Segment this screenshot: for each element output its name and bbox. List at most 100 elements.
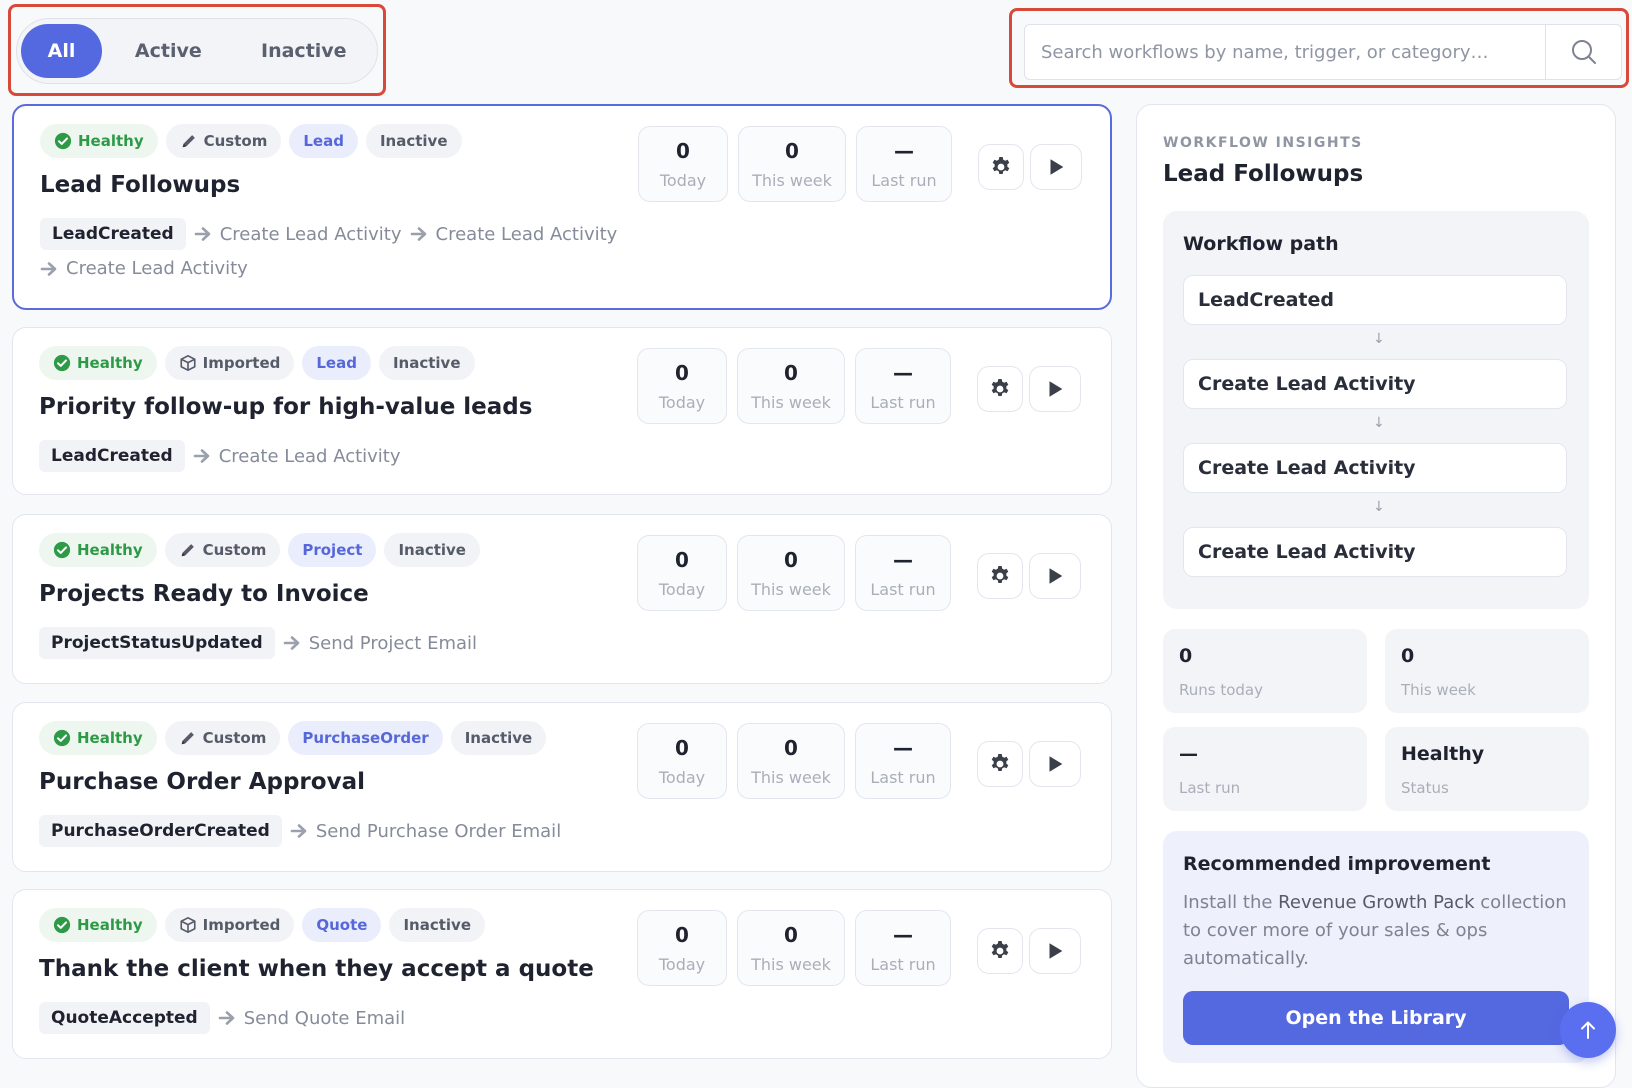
tab-all[interactable]: All [21,24,103,78]
category-badge: Quote [302,908,382,942]
settings-button[interactable] [977,928,1023,974]
arrow-right-icon [283,633,303,653]
flow-step: Send Project Email [283,633,477,654]
stat-week: 0 This week [737,910,845,986]
pack-name: Revenue Growth Pack [1278,892,1475,913]
trigger-chip: LeadCreated [39,440,185,472]
insight-this-week: 0 This week [1385,629,1589,713]
workflow-card[interactable]: Healthy Custom PurchaseOrder Inactive Pu… [12,702,1112,872]
recommendation-text: Install the Revenue Growth Pack collecti… [1183,892,1567,969]
workflow-title: Purchase Order Approval [39,769,365,795]
pencil-icon [179,541,197,559]
category-badge: Lead [302,346,371,380]
run-button[interactable] [1029,928,1081,974]
arrow-down-icon: ↓ [1373,499,1385,515]
category-badge: Project [288,533,377,567]
health-badge: Healthy [39,533,157,567]
play-icon [1044,940,1066,962]
workflow-flow: LeadCreated Create Lead Activity Create … [40,218,630,279]
workflow-search [1024,24,1622,80]
arrow-right-icon [194,224,214,244]
flow-step: Create Lead Activity [40,258,248,279]
insight-runs-today: 0 Runs today [1163,629,1367,713]
settings-button[interactable] [977,741,1023,787]
flow-step: Send Quote Email [218,1008,405,1029]
search-button[interactable] [1545,25,1621,79]
workflow-card[interactable]: Healthy Custom Project Inactive Projects… [12,514,1112,684]
flow-step: Create Lead Activity [194,224,402,245]
search-icon [1571,40,1596,64]
flow-step: Send Purchase Order Email [290,821,561,842]
workflow-title: Projects Ready to Invoice [39,581,369,607]
settings-button[interactable] [978,144,1024,190]
run-button[interactable] [1029,366,1081,412]
trigger-chip: LeadCreated [40,218,186,250]
check-circle-icon [53,729,71,747]
workflow-title: Thank the client when they accept a quot… [39,956,594,982]
insights-eyebrow: WORKFLOW INSIGHTS [1163,135,1363,151]
workflow-path-heading: Workflow path [1183,233,1339,255]
path-node: LeadCreated [1183,275,1567,325]
play-icon [1044,753,1066,775]
arrow-right-icon [218,1008,238,1028]
health-badge: Healthy [39,721,157,755]
package-icon [179,916,197,934]
gear-icon [988,377,1012,401]
status-filter-tabs: All Active Inactive [16,18,378,84]
source-badge: Imported [164,908,295,942]
source-badge: Custom [164,533,281,567]
insights-title: Lead Followups [1163,161,1364,187]
health-badge: Healthy [39,908,157,942]
source-badge: Imported [164,346,295,380]
gear-icon [988,564,1012,588]
workflow-title: Lead Followups [40,172,241,198]
stat-last-run: — Last run [855,910,951,986]
trigger-chip: PurchaseOrderCreated [39,815,282,847]
arrow-right-icon [410,224,430,244]
tab-active[interactable]: Active [102,24,235,78]
category-badge: Lead [289,124,358,158]
workflow-title: Priority follow-up for high-value leads [39,394,533,420]
open-library-button[interactable]: Open the Library [1183,991,1569,1045]
insight-status: Healthy Status [1385,727,1589,811]
state-badge: Inactive [384,533,480,567]
category-badge: PurchaseOrder [288,721,443,755]
run-button[interactable] [1030,144,1082,190]
gear-icon [989,155,1013,179]
source-badge: Custom [165,124,282,158]
arrow-right-icon [40,259,60,279]
stat-week: 0 This week [738,126,846,202]
workflow-path: Workflow path LeadCreated ↓ Create Lead … [1163,211,1589,609]
arrow-right-icon [193,446,213,466]
workflow-flow: PurchaseOrderCreated Send Purchase Order… [39,815,629,847]
health-badge: Healthy [39,346,157,380]
play-icon [1044,378,1066,400]
search-input[interactable] [1025,25,1545,79]
run-button[interactable] [1029,553,1081,599]
run-button[interactable] [1029,741,1081,787]
workflow-card[interactable]: Healthy Imported Quote Inactive Thank th… [12,889,1112,1059]
workflow-flow: QuoteAccepted Send Quote Email [39,1002,629,1034]
scroll-to-top-button[interactable] [1560,1002,1616,1058]
recommendation-card: Recommended improvement Install the Reve… [1163,831,1589,1063]
pencil-icon [180,132,198,150]
arrow-up-icon [1581,1021,1595,1039]
arrow-down-icon: ↓ [1373,331,1385,347]
stat-today: 0 Today [637,723,727,799]
stat-last-run: — Last run [855,535,951,611]
check-circle-icon [53,916,71,934]
workflow-card[interactable]: Healthy Imported Lead Inactive Priority … [12,327,1112,495]
settings-button[interactable] [977,366,1023,412]
flow-step: Create Lead Activity [193,446,401,467]
flow-step: Create Lead Activity [410,224,617,245]
tab-inactive[interactable]: Inactive [235,24,373,78]
stat-week: 0 This week [737,723,845,799]
workflow-card[interactable]: Healthy Custom Lead Inactive Lead Follow… [12,104,1112,310]
gear-icon [988,752,1012,776]
workflow-flow: LeadCreated Create Lead Activity [39,440,629,472]
arrow-down-icon: ↓ [1373,415,1385,431]
state-badge: Inactive [365,124,462,158]
stat-today: 0 Today [637,535,727,611]
settings-button[interactable] [977,553,1023,599]
health-badge: Healthy [40,124,158,158]
